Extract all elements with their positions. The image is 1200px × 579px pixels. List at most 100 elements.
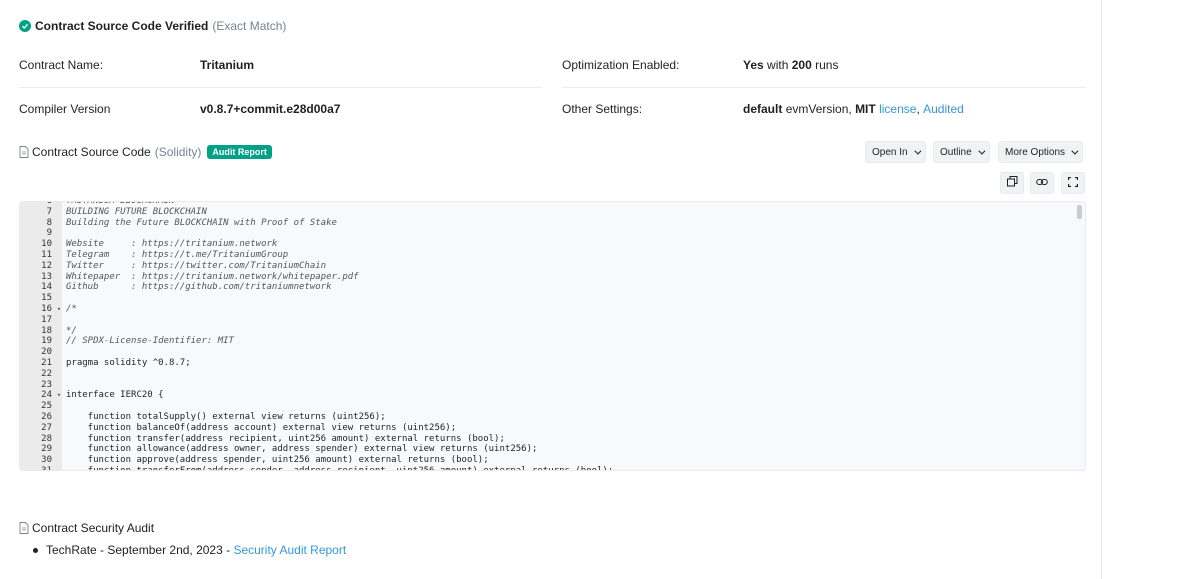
fold-toggle [54, 336, 64, 347]
code-line: 12 Twitter : https://twitter.com/Tritaniu… [20, 261, 1075, 272]
settings-label: Other Settings: [562, 102, 643, 116]
line-number: 28 [41, 433, 52, 444]
fullscreen-icon [1067, 176, 1079, 190]
fold-toggle [54, 250, 64, 261]
code-line: 20 [20, 347, 1075, 358]
line-number: 23 [41, 379, 52, 390]
settings-default: default [743, 102, 783, 116]
copy-button[interactable] [1000, 172, 1024, 194]
compiler-row: Compiler Version v0.8.7+commit.e28d00a7 [19, 87, 542, 131]
code-line: 30 function approve(address spender, uin… [20, 455, 1075, 466]
line-number: 21 [41, 357, 52, 368]
fullscreen-button[interactable] [1061, 172, 1085, 194]
code-line: 17 [20, 315, 1075, 326]
fold-toggle [54, 326, 64, 337]
optimization-label: Optimization Enabled: [562, 58, 680, 72]
code-text: Twitter : https://twitter.com/TritaniumC… [66, 260, 327, 271]
code-text: */ [66, 325, 77, 336]
code-text: function allowance(address owner, addres… [66, 444, 538, 455]
line-number: 15 [41, 293, 52, 304]
optimization-runs-suffix: runs [815, 58, 839, 72]
fold-toggle [54, 207, 64, 218]
code-line: 7 BUILDING FUTURE BLOCKCHAIN [20, 207, 1075, 218]
fold-toggle [54, 444, 64, 455]
outline-dropdown[interactable]: Outline [933, 141, 990, 163]
code-line: 24 ▾ interface IERC20 { [20, 390, 1075, 401]
code-line: 31 function transferFrom(address sender,… [20, 466, 1075, 470]
security-audit-title: Contract Security Audit [32, 521, 155, 535]
contract-name-row: Contract Name: Tritanium [19, 43, 542, 87]
fold-toggle [54, 412, 64, 423]
fold-toggle [54, 369, 64, 380]
code-line: 18 */ [20, 326, 1075, 337]
code-line: 9 [20, 228, 1075, 239]
more-options-dropdown[interactable]: More Options [998, 141, 1084, 163]
license-link[interactable]: license [879, 102, 916, 116]
line-number: 22 [41, 368, 52, 379]
line-number: 27 [41, 422, 52, 433]
settings-row: Other Settings: default evmVersion, MIT … [562, 87, 1086, 131]
line-number: 11 [41, 249, 52, 260]
fold-toggle [54, 272, 64, 283]
fold-toggle [54, 380, 64, 391]
document-icon [19, 522, 29, 534]
audit-report-badge[interactable]: Audit Report [207, 145, 272, 159]
audited-link[interactable]: Audited [923, 102, 964, 116]
fold-toggle [54, 261, 64, 272]
check-circle-icon [19, 20, 31, 32]
audit-item-text: TechRate - September 2nd, 2023 - [46, 543, 234, 557]
open-in-dropdown[interactable]: Open In [865, 141, 926, 163]
bullet [33, 547, 38, 553]
code-line: 15 [20, 293, 1075, 304]
source-code-language: (Solidity) [154, 145, 202, 159]
line-number: 29 [41, 444, 52, 455]
code-line: 8 Building the Future BLOCKCHAIN with Pro… [20, 218, 1075, 229]
security-audit-report-link[interactable]: Security Audit Report [233, 543, 346, 557]
line-number: 7 [46, 206, 52, 217]
chevron-down-icon [978, 147, 986, 155]
fold-toggle [54, 239, 64, 250]
audit-list-item: TechRate - September 2nd, 2023 - Securit… [33, 542, 346, 558]
code-text: function transfer(address recipient, uin… [66, 433, 505, 444]
document-icon [19, 146, 29, 158]
line-number: 26 [41, 411, 52, 422]
optimization-value: Yes with 200 runs [743, 58, 838, 72]
fold-toggle[interactable]: ▾ [54, 304, 64, 315]
optimization-with: with [767, 58, 789, 72]
line-number: 17 [41, 314, 52, 325]
fold-toggle [54, 455, 64, 466]
verified-title: Contract Source Code Verified [35, 19, 209, 33]
contract-name-label: Contract Name: [19, 58, 104, 72]
verified-match: (Exact Match) [212, 19, 287, 33]
code-lines: 6 TRITANIUM BLOCKCHAIN 7 BUILDING FUTURE BL… [20, 202, 1075, 470]
line-number: 30 [41, 455, 52, 466]
outline-label: Outline [940, 146, 972, 158]
compiler-value: v0.8.7+commit.e28d00a7 [200, 102, 341, 116]
code-editor[interactable]: 6 TRITANIUM BLOCKCHAIN 7 BUILDING FUTURE BL… [19, 201, 1086, 471]
compiler-label: Compiler Version [19, 102, 111, 116]
code-text: // SPDX-License-Identifier: MIT [66, 336, 234, 347]
contract-card: Contract Source Code Verified (Exact Mat… [0, 0, 1102, 579]
line-number: 10 [41, 239, 52, 250]
code-line: 26 function totalSupply() external view … [20, 412, 1075, 423]
vertical-scrollbar[interactable] [1077, 205, 1082, 219]
code-line: 28 function transfer(address recipient, … [20, 434, 1075, 445]
code-text: Github : https://github.com/tritaniumnet… [66, 282, 332, 293]
chevron-down-icon [913, 147, 922, 155]
fold-toggle[interactable]: ▾ [54, 390, 64, 401]
open-in-label: Open In [872, 146, 908, 158]
code-line: 11 Telegram : https://t.me/TritaniumGroup [20, 250, 1075, 261]
line-number: 19 [41, 336, 52, 347]
line-number: 14 [41, 282, 52, 293]
permalink-button[interactable] [1030, 172, 1054, 194]
security-audit-heading: Contract Security Audit [19, 520, 154, 536]
source-code-heading: Contract Source Code (Solidity) Audit Re… [19, 143, 272, 161]
code-line: 25 [20, 401, 1075, 412]
fold-toggle [54, 228, 64, 239]
fold-toggle [54, 434, 64, 445]
